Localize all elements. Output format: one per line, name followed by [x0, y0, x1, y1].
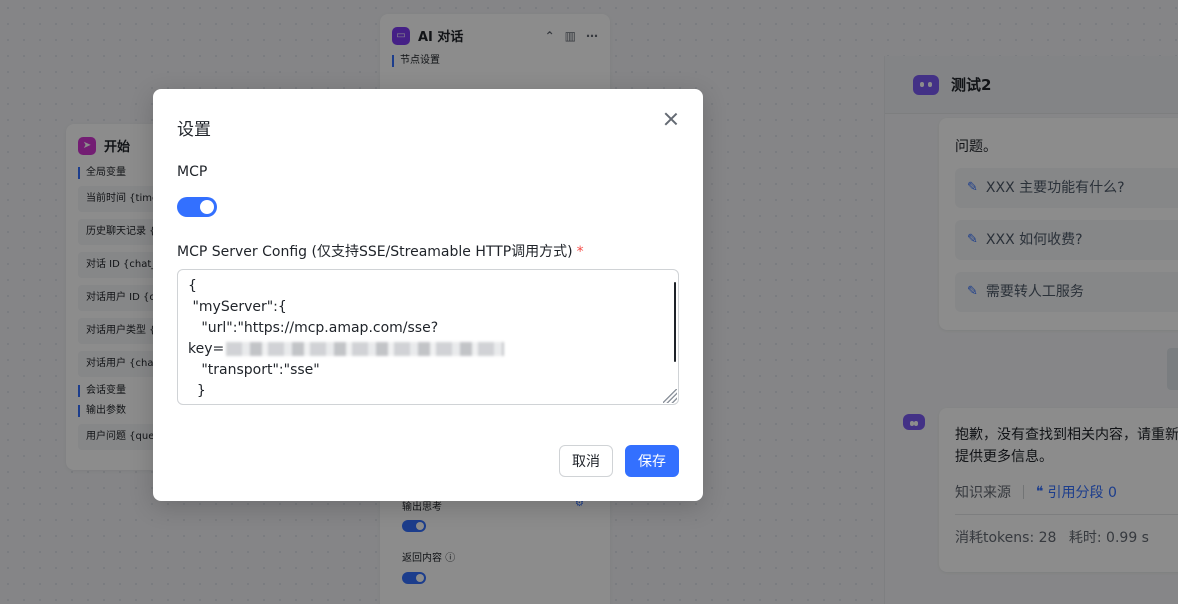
mcp-toggle[interactable] — [177, 197, 217, 217]
mcp-config-textarea[interactable]: { "myServer":{ "url":"https://mcp.amap.c… — [177, 269, 679, 405]
save-button[interactable]: 保存 — [625, 445, 679, 477]
config-line: "transport":"sse" — [188, 362, 320, 378]
config-line: key= — [188, 341, 225, 357]
required-mark: * — [576, 244, 584, 260]
close-icon[interactable] — [661, 109, 681, 129]
resize-handle-icon[interactable] — [663, 389, 677, 403]
config-label: MCP Server Config (仅支持SSE/Streamable HTT… — [177, 244, 573, 260]
config-line: { — [188, 278, 197, 294]
cancel-button[interactable]: 取消 — [559, 445, 613, 477]
config-line: "url":"https://mcp.amap.com/sse? — [188, 320, 439, 336]
mcp-label: MCP — [177, 164, 208, 180]
toggle-knob — [200, 200, 214, 214]
redacted-key — [226, 342, 505, 356]
settings-modal: 设置 MCP MCP Server Config (仅支持SSE/Streama… — [153, 89, 703, 501]
textarea-scrollbar[interactable] — [674, 282, 676, 362]
config-line: } — [188, 383, 206, 399]
config-line: "myServer":{ — [188, 299, 287, 315]
modal-title: 设置 — [177, 120, 211, 140]
